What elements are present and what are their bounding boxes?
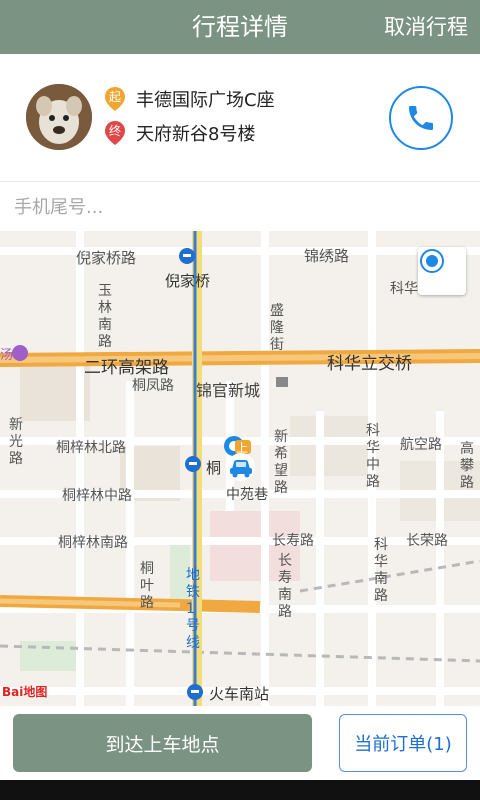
map-label-changshou: 长寿路 [272,533,314,549]
map-label-kehua: 科华 [390,281,418,297]
baidu-map-logo: Bai地图 [2,685,48,699]
map-label-tongfeng: 桐凤路 [132,378,174,394]
map-label-tongzilin-south: 桐梓林南路 [58,535,128,551]
map-label-kehua-middle: 科华中路 [366,423,380,490]
map-label-nijiaqiao: 倪家桥 [165,272,211,290]
map-label-metro-line1: 地铁1号线 [186,567,200,651]
map-label-jinxiu-road: 锦绣路 [304,247,350,265]
end-badge: 终 [108,124,121,138]
map-label-tongzilin-middle: 桐梓林中路 [62,488,132,504]
map-label-nijiaqiao-road: 倪家桥路 [76,249,137,267]
map-view[interactable]: 倪家桥路 倪家桥 锦绣路 科华 玉林南路 盛隆街 二环高架路 科华立交桥 桐凤路… [0,231,480,706]
map-label-shenglong: 盛隆街 [270,303,284,353]
car-icon [227,453,255,481]
map-label-train-south: 火车南站 [209,685,270,703]
map-label-tongzilin-station: 桐 [206,459,222,477]
map-label-tongzilin-north: 桐梓林北路 [56,440,126,456]
end-location-text: 天府新谷8号楼 [136,124,256,145]
phone-tail-input[interactable] [0,183,480,231]
map-label-xinguang: 新光路 [9,417,23,467]
arrive-pickup-button[interactable]: 到达上车地点 [13,714,312,772]
map-label-yulin-south: 玉林南路 [98,283,112,350]
avatar [26,84,92,150]
map-label-jinguan: 锦官新城 [196,381,261,400]
map-label-hangkong: 航空路 [400,437,442,453]
start-badge: 起 [108,90,121,104]
map-label-shop: 汤 [0,348,14,363]
start-location-row: 丰德国际广场C座 [104,84,275,114]
map-label-changrong: 长荣路 [406,533,448,549]
car-marker [224,452,258,482]
end-location-row: 天府新谷8号楼 [104,118,255,148]
map-label-kehua-bridge: 科华立交桥 [327,354,412,374]
locate-me-button[interactable] [418,247,466,295]
map-label-zhongyuan: 中苑巷 [226,487,268,503]
map-label-xinxiwang: 新希望路 [274,429,288,496]
bottom-action-bar: 到达上车地点 当前订单(1) [0,706,480,780]
call-button[interactable] [389,86,453,150]
map-label-kehua-south: 科华南路 [374,537,388,604]
start-location-text: 丰德国际广场C座 [136,90,275,111]
system-nav-bar [0,780,480,800]
map-label-tongye: 桐叶路 [140,561,154,611]
map-label-changshou-south: 长寿南路 [278,553,292,620]
map-label-gaopeng: 高攀路 [460,441,474,491]
locate-icon [420,249,444,273]
phone-icon [409,106,433,130]
trip-info-panel: 丰德国际广场C座 天府新谷8号楼 起 终 [0,54,480,182]
cancel-trip-button[interactable]: 取消行程 [384,0,468,54]
header-bar: 行程详情 取消行程 [0,0,480,54]
current-order-button[interactable]: 当前订单(1) [339,714,467,772]
